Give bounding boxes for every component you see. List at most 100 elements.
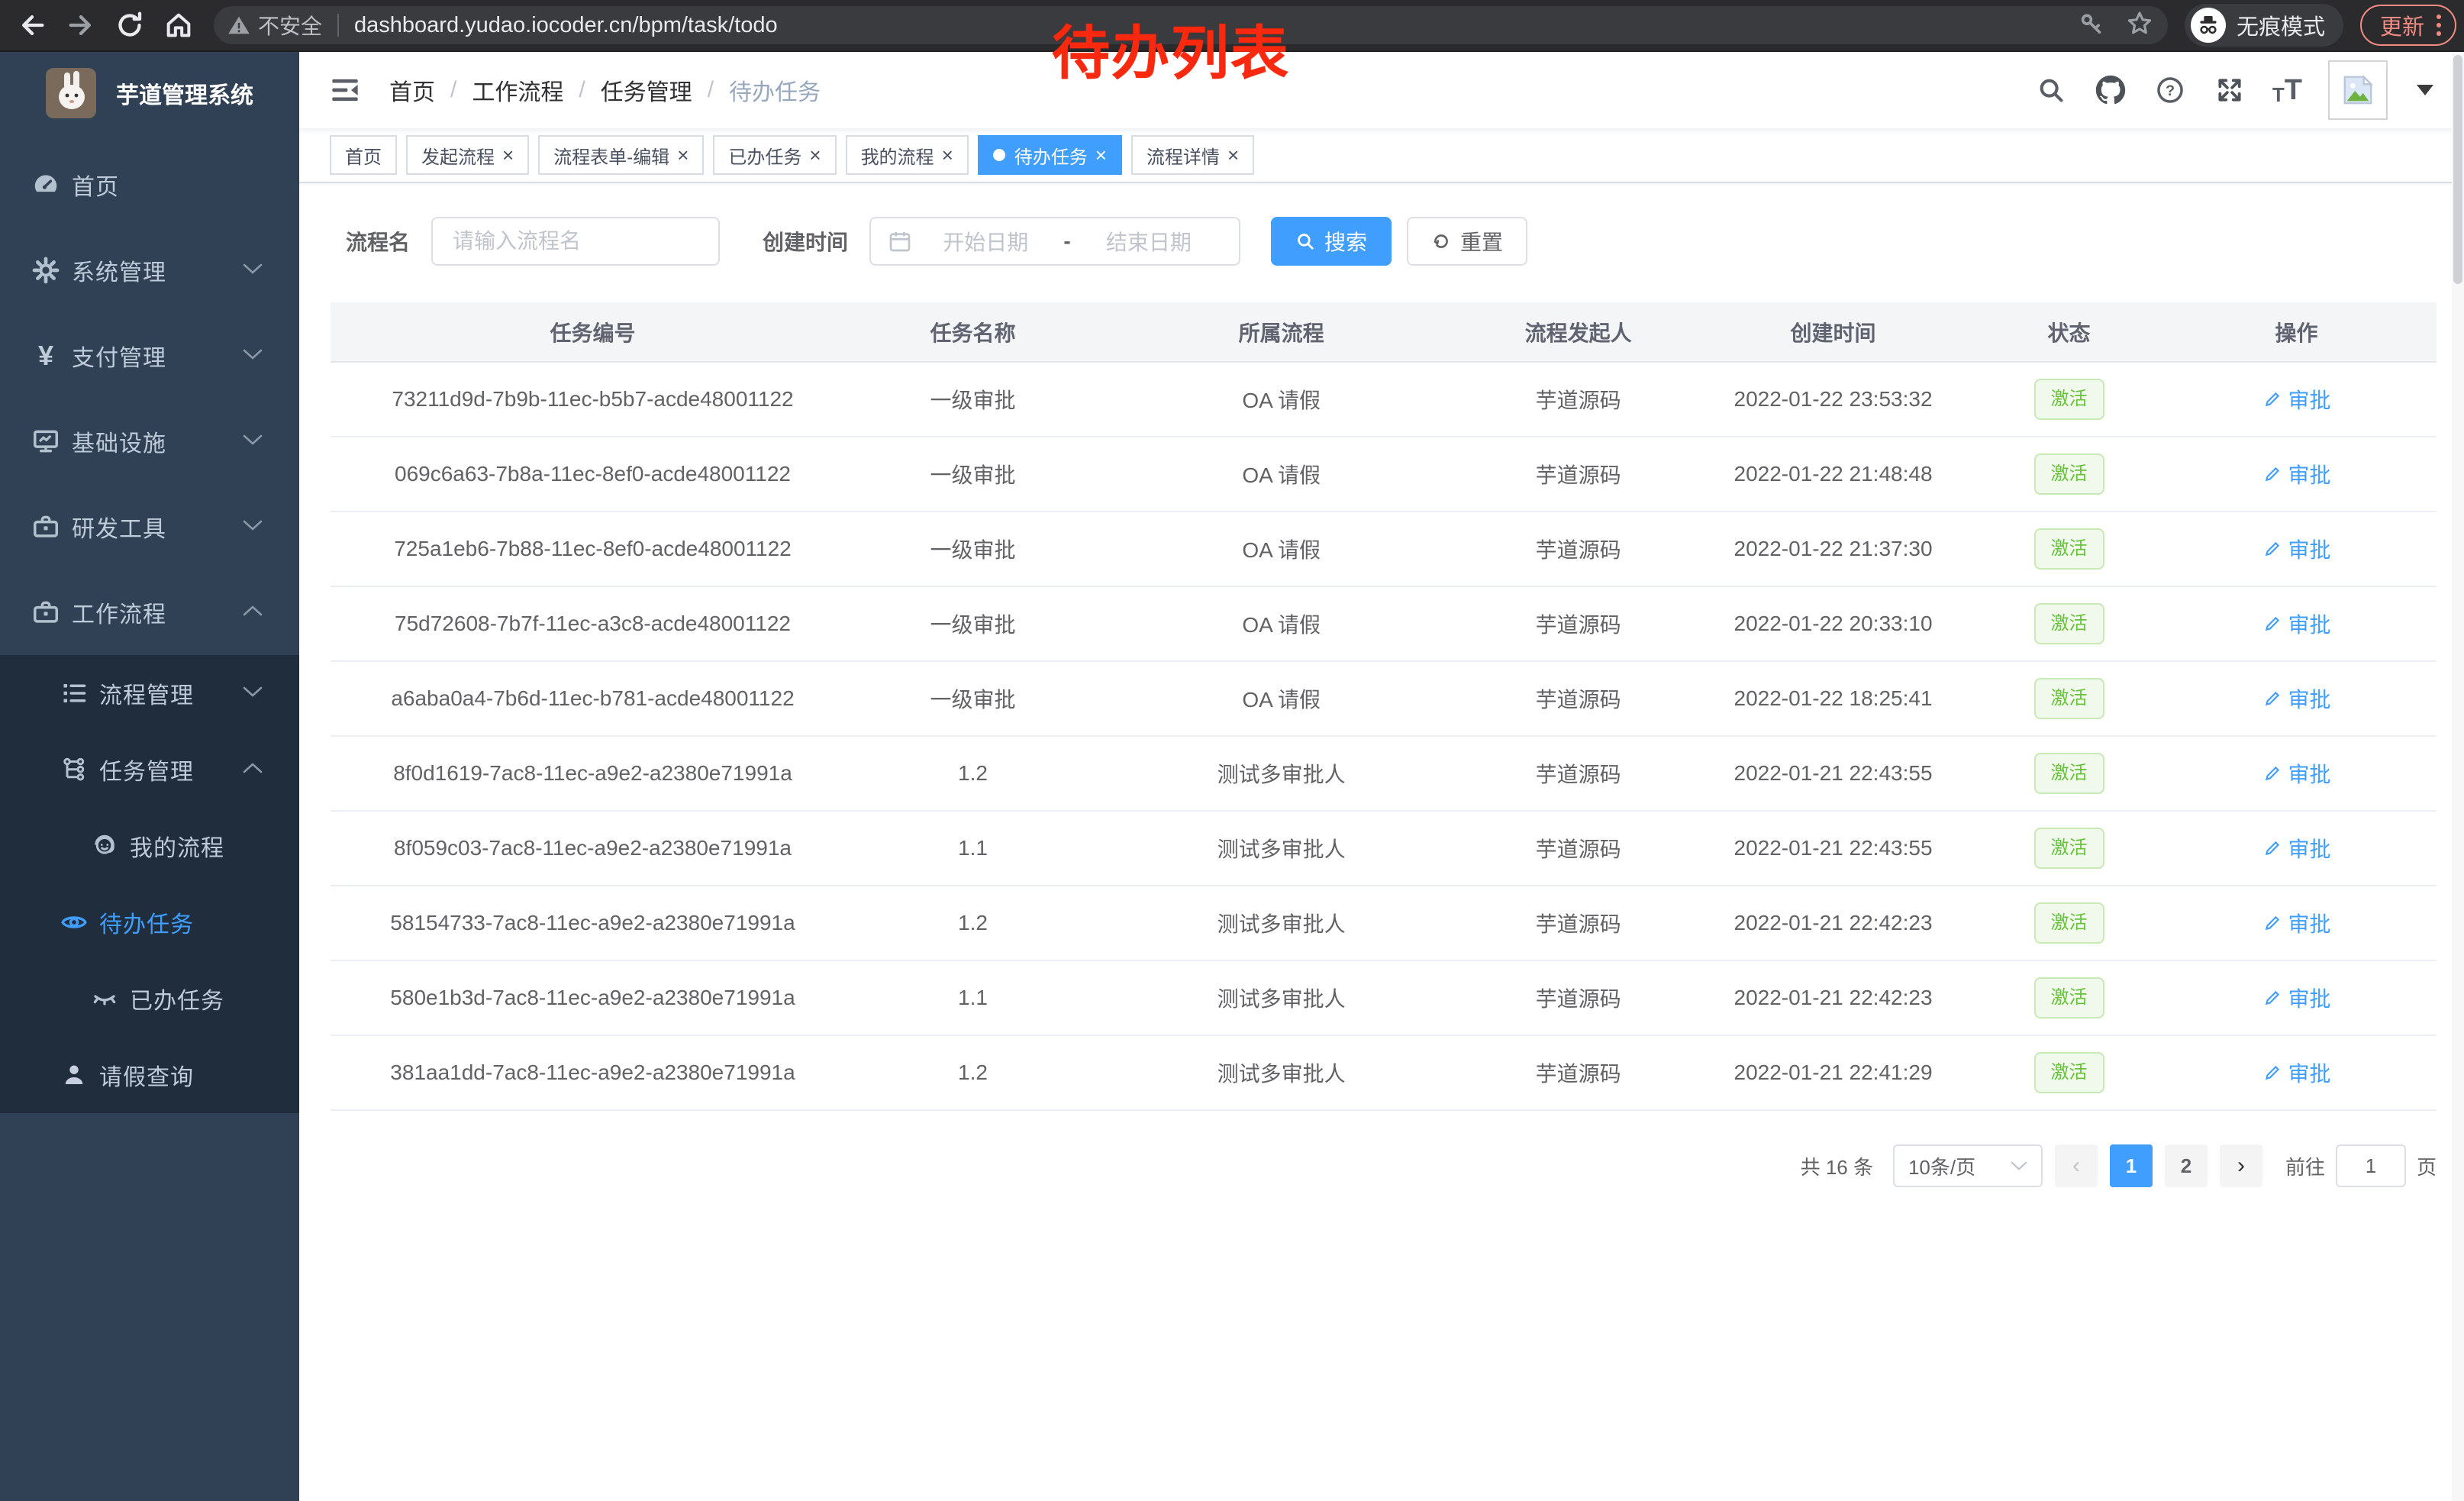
breadcrumb: 首页 / 工作流程 / 任务管理 / 待办任务 — [389, 73, 821, 107]
security-warning[interactable]: 不安全 — [227, 10, 322, 40]
sidebar-toggle-icon[interactable] — [328, 73, 362, 107]
sidebar-item-process-management[interactable]: 流程管理 — [0, 655, 299, 731]
date-range-picker[interactable]: 开始日期 - 结束日期 — [869, 217, 1240, 266]
task-table: 任务编号 任务名称 所属流程 流程发起人 创建时间 状态 操作 73211d9d… — [331, 302, 2437, 1111]
table-row: 8f059c03-7ac8-11ec-a9e2-a2380e71991a1.1测… — [331, 811, 2437, 886]
approve-link[interactable]: 审批 — [2262, 608, 2331, 639]
status-badge: 激活 — [2034, 902, 2104, 944]
sidebar-item-dev-tools[interactable]: 研发工具 — [0, 484, 299, 570]
process-name-input[interactable] — [431, 217, 720, 266]
approve-link[interactable]: 审批 — [2262, 534, 2331, 564]
toolbox-icon — [31, 512, 61, 542]
table-row: 75d72608-7b7f-11ec-a3c8-acde48001122一级审批… — [331, 586, 2437, 661]
breadcrumb-home[interactable]: 首页 — [389, 73, 435, 107]
cell-task-id: 75d72608-7b7f-11ec-a3c8-acde48001122 — [331, 586, 855, 661]
tab-close-icon[interactable]: × — [942, 145, 953, 165]
browser-back-button[interactable] — [8, 1, 56, 50]
page-scrollbar[interactable] — [2452, 52, 2464, 1501]
edit-pencil-icon — [2262, 614, 2282, 634]
help-icon[interactable]: ? — [2153, 73, 2187, 107]
reset-button[interactable]: 重置 — [1407, 217, 1527, 266]
list-icon — [60, 679, 89, 708]
tab-流程详情[interactable]: 流程详情× — [1131, 135, 1254, 175]
yen-icon: ¥ — [31, 341, 61, 371]
app-logo-row[interactable]: 芋道管理系统 — [0, 52, 299, 134]
tab-我的流程[interactable]: 我的流程× — [846, 135, 969, 175]
password-key-icon[interactable] — [2078, 10, 2105, 41]
approve-link[interactable]: 审批 — [2262, 758, 2331, 789]
fullscreen-icon[interactable] — [2213, 73, 2246, 107]
avatar[interactable] — [2328, 60, 2388, 120]
approve-link[interactable]: 审批 — [2262, 384, 2331, 415]
edit-pencil-icon — [2262, 539, 2282, 559]
sidebar-item-payment[interactable]: ¥ 支付管理 — [0, 313, 299, 399]
sidebar-item-infrastructure[interactable]: 基础设施 — [0, 399, 299, 484]
approve-link[interactable]: 审批 — [2262, 1057, 2331, 1088]
col-task-id: 任务编号 — [331, 302, 855, 362]
sidebar-item-done-tasks[interactable]: 已办任务 — [0, 960, 299, 1037]
approve-link[interactable]: 审批 — [2262, 983, 2331, 1013]
end-date-placeholder[interactable]: 结束日期 — [1076, 226, 1222, 257]
cell-process: 测试多审批人 — [1091, 1035, 1472, 1110]
cell-process: 测试多审批人 — [1091, 736, 1472, 811]
status-badge: 激活 — [2034, 603, 2104, 644]
table-row: 580e1b3d-7ac8-11ec-a9e2-a2380e71991a1.1测… — [331, 960, 2437, 1035]
page-size-select[interactable]: 10条/页 — [1893, 1144, 2043, 1187]
approve-link[interactable]: 审批 — [2262, 459, 2331, 489]
tab-已办任务[interactable]: 已办任务× — [713, 135, 836, 175]
github-icon[interactable] — [2094, 73, 2127, 107]
tab-close-icon[interactable]: × — [809, 145, 821, 165]
bookmark-star-icon[interactable] — [2125, 9, 2154, 42]
browser-update-button[interactable]: 更新 — [2360, 5, 2456, 46]
sidebar-item-my-process[interactable]: 我的流程 — [0, 808, 299, 884]
briefcase-icon — [31, 597, 61, 628]
page-button-2[interactable]: 2 — [2165, 1144, 2208, 1187]
process-name-label: 流程名 — [346, 226, 410, 257]
tab-流程表单-编辑[interactable]: 流程表单-编辑× — [538, 135, 704, 175]
edit-pencil-icon — [2262, 913, 2282, 933]
svg-text:?: ? — [2166, 82, 2175, 99]
browser-reload-button[interactable] — [105, 1, 154, 50]
scrollbar-thumb[interactable] — [2453, 55, 2462, 284]
sidebar-item-todo-tasks[interactable]: 待办任务 — [0, 884, 299, 960]
sidebar-item-home[interactable]: 首页 — [0, 142, 299, 228]
tab-close-icon[interactable]: × — [1095, 145, 1107, 165]
goto-page-input[interactable] — [2336, 1144, 2406, 1187]
chevron-up-icon — [243, 605, 263, 621]
tab-发起流程[interactable]: 发起流程× — [406, 135, 529, 175]
edit-pencil-icon — [2262, 1063, 2282, 1083]
avatar-dropdown-caret[interactable] — [2417, 85, 2433, 95]
col-status: 状态 — [1982, 302, 2156, 362]
tab-首页[interactable]: 首页 — [330, 135, 397, 175]
breadcrumb-task-management[interactable]: 任务管理 — [601, 73, 692, 107]
tab-close-icon[interactable]: × — [1227, 145, 1239, 165]
pagination: 共 16 条 10条/页 ‹ 1 2 › 前往 页 — [331, 1144, 2437, 1187]
font-size-icon[interactable]: TT — [2272, 76, 2302, 105]
browser-forward-button[interactable] — [56, 1, 105, 50]
sidebar-item-workflow[interactable]: 工作流程 — [0, 570, 299, 655]
header-search-icon[interactable] — [2034, 73, 2068, 107]
search-button[interactable]: 搜索 — [1271, 217, 1392, 266]
tab-待办任务[interactable]: 待办任务× — [978, 135, 1122, 175]
sidebar-item-task-management[interactable]: 任务管理 — [0, 731, 299, 808]
sidebar-item-leave-query[interactable]: 请假查询 — [0, 1037, 299, 1113]
cell-task-id: 725a1eb6-7b88-11ec-8ef0-acde48001122 — [331, 512, 855, 586]
omnibox-divider — [337, 14, 339, 37]
cell-starter: 芋道源码 — [1472, 811, 1685, 886]
start-date-placeholder[interactable]: 开始日期 — [912, 226, 1059, 257]
prev-page-button[interactable]: ‹ — [2055, 1144, 2098, 1187]
approve-link[interactable]: 审批 — [2262, 908, 2331, 938]
tab-close-icon[interactable]: × — [677, 145, 689, 165]
sidebar-item-system[interactable]: 系统管理 — [0, 228, 299, 313]
browser-home-button[interactable] — [154, 1, 203, 50]
browser-menu-icon[interactable] — [2437, 15, 2441, 36]
breadcrumb-workflow[interactable]: 工作流程 — [472, 73, 563, 107]
cell-task-id: 8f059c03-7ac8-11ec-a9e2-a2380e71991a — [331, 811, 855, 886]
cell-task-id: 580e1b3d-7ac8-11ec-a9e2-a2380e71991a — [331, 960, 855, 1035]
cell-created: 2022-01-21 22:42:23 — [1685, 886, 1982, 960]
approve-link[interactable]: 审批 — [2262, 833, 2331, 863]
page-button-1[interactable]: 1 — [2110, 1144, 2153, 1187]
next-page-button[interactable]: › — [2220, 1144, 2262, 1187]
approve-link[interactable]: 审批 — [2262, 683, 2331, 714]
tab-close-icon[interactable]: × — [502, 145, 514, 165]
